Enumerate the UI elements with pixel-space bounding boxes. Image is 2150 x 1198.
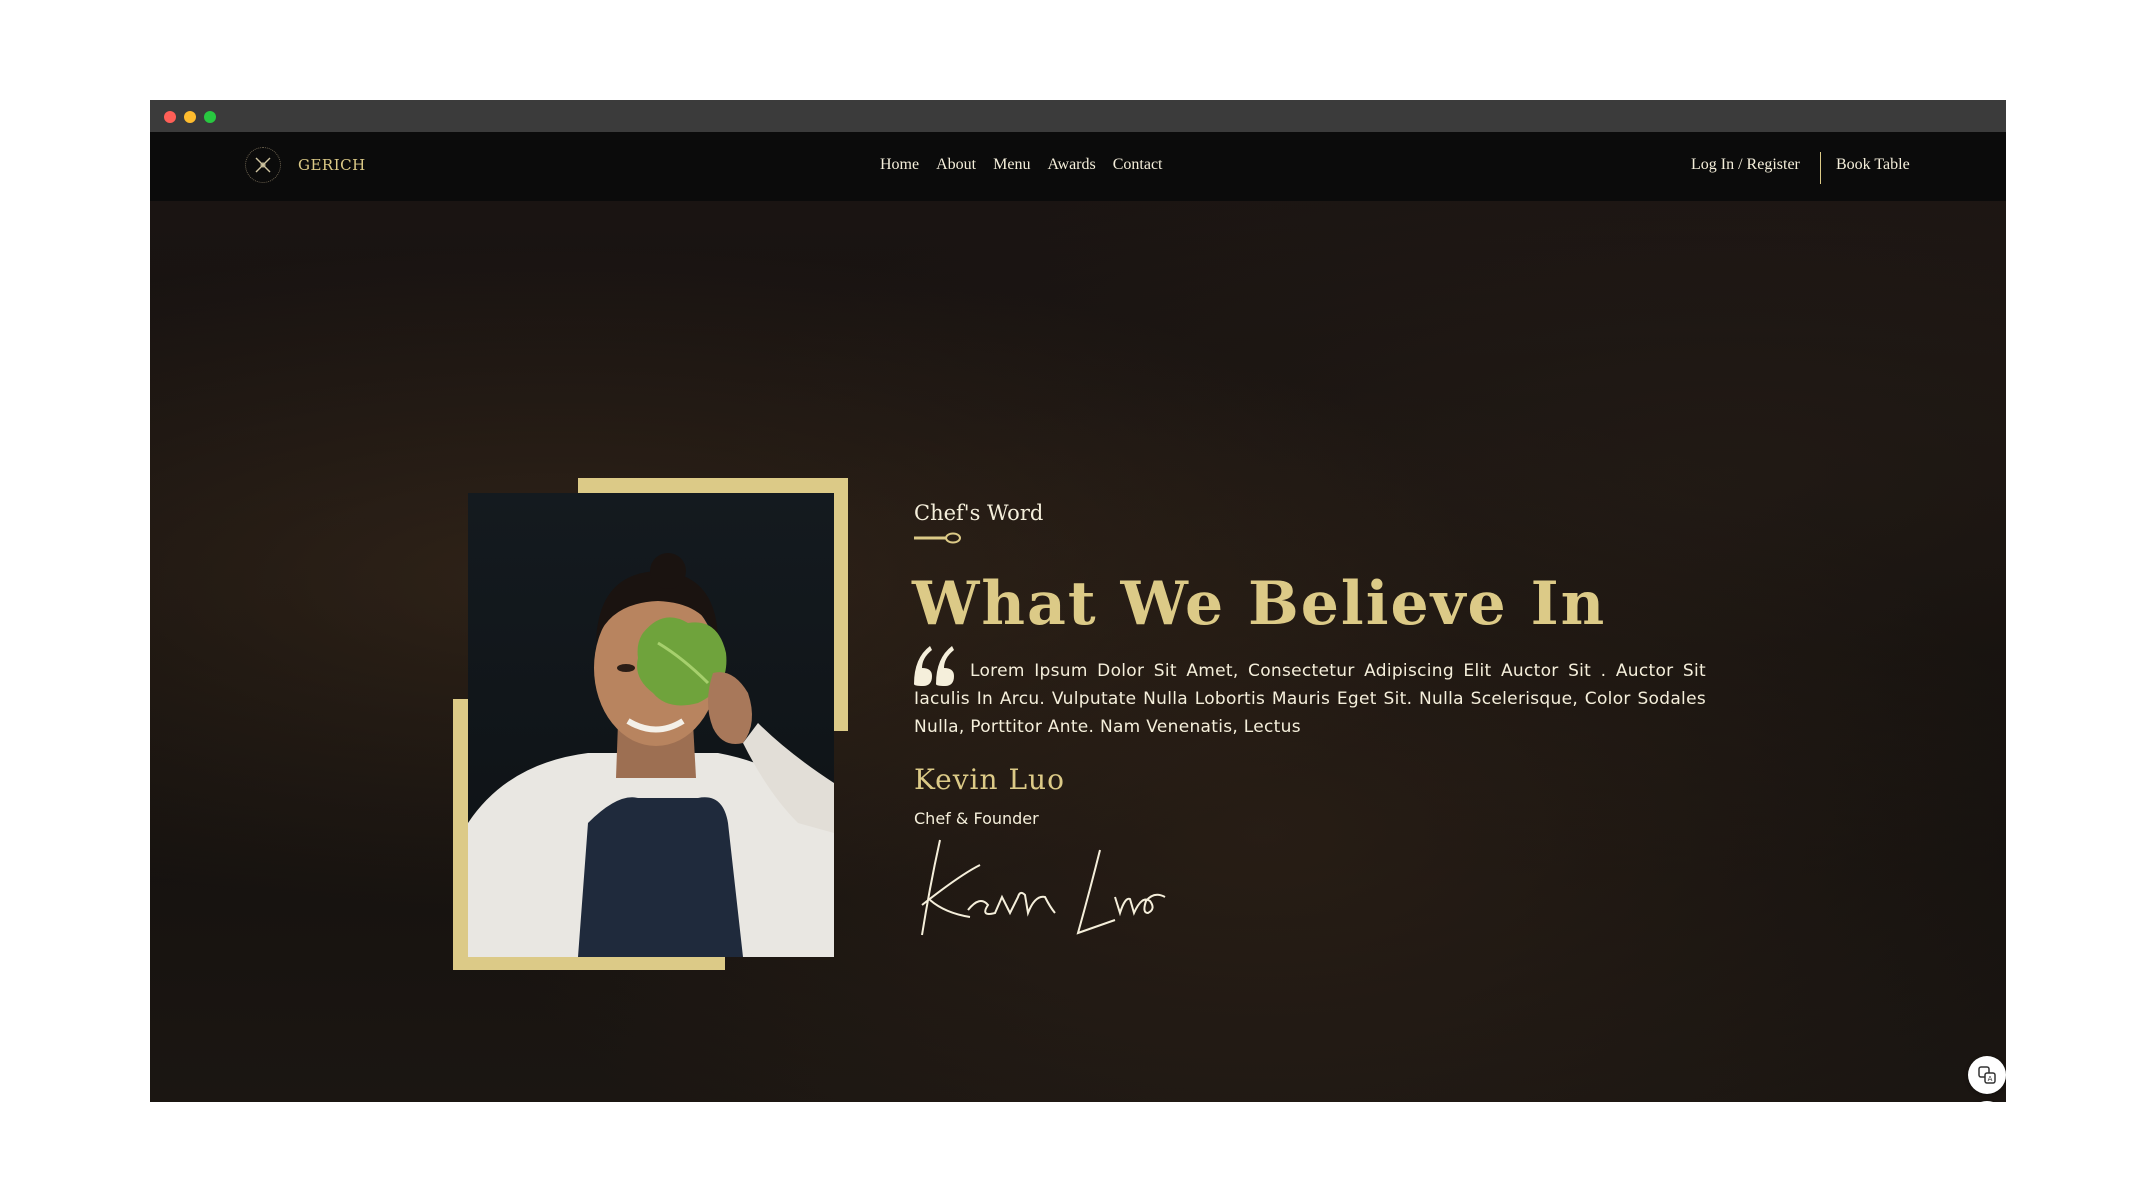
nav-link-contact[interactable]: Contact <box>1113 156 1163 174</box>
login-register-link[interactable]: Log In / Register <box>1691 156 1800 174</box>
section-eyebrow: Chef's Word <box>914 501 1044 525</box>
book-table-link[interactable]: Book Table <box>1836 156 1910 174</box>
window-titlebar <box>150 100 2006 132</box>
translate-button[interactable]: A <box>1968 1056 2006 1094</box>
chef-photo <box>468 493 834 957</box>
minimize-window-button[interactable] <box>184 111 196 123</box>
chef-role: Chef & Founder <box>914 809 1039 828</box>
nav-link-about[interactable]: About <box>936 156 976 174</box>
chef-signature <box>921 839 1166 936</box>
translate-icon: A <box>1978 1066 1996 1084</box>
nav-link-home[interactable]: Home <box>880 156 919 174</box>
chef-name: Kevin Luo <box>914 763 1065 796</box>
reader-button[interactable] <box>1968 1101 2006 1102</box>
nav-divider <box>1820 152 1821 184</box>
maximize-window-button[interactable] <box>204 111 216 123</box>
nav-links: Home About Menu Awards Contact <box>880 156 1163 174</box>
close-window-button[interactable] <box>164 111 176 123</box>
logo-text[interactable]: GERICH <box>298 156 366 174</box>
chef-quote: Lorem Ipsum Dolor Sit Amet, Consectetur … <box>914 661 1706 737</box>
logo-icon[interactable] <box>245 147 281 183</box>
navbar: GERICH Home About Menu Awards Contact Lo… <box>150 132 2006 201</box>
chef-section: Chef's Word What We Believe In Lorem Ips… <box>150 201 2006 1102</box>
nav-link-awards[interactable]: Awards <box>1047 156 1095 174</box>
spoon-icon <box>914 532 961 544</box>
section-headline: What We Believe In <box>912 569 1607 639</box>
svg-text:A: A <box>1988 1075 1993 1083</box>
browser-window: GERICH Home About Menu Awards Contact Lo… <box>150 100 2006 1102</box>
nav-link-menu[interactable]: Menu <box>993 156 1030 174</box>
